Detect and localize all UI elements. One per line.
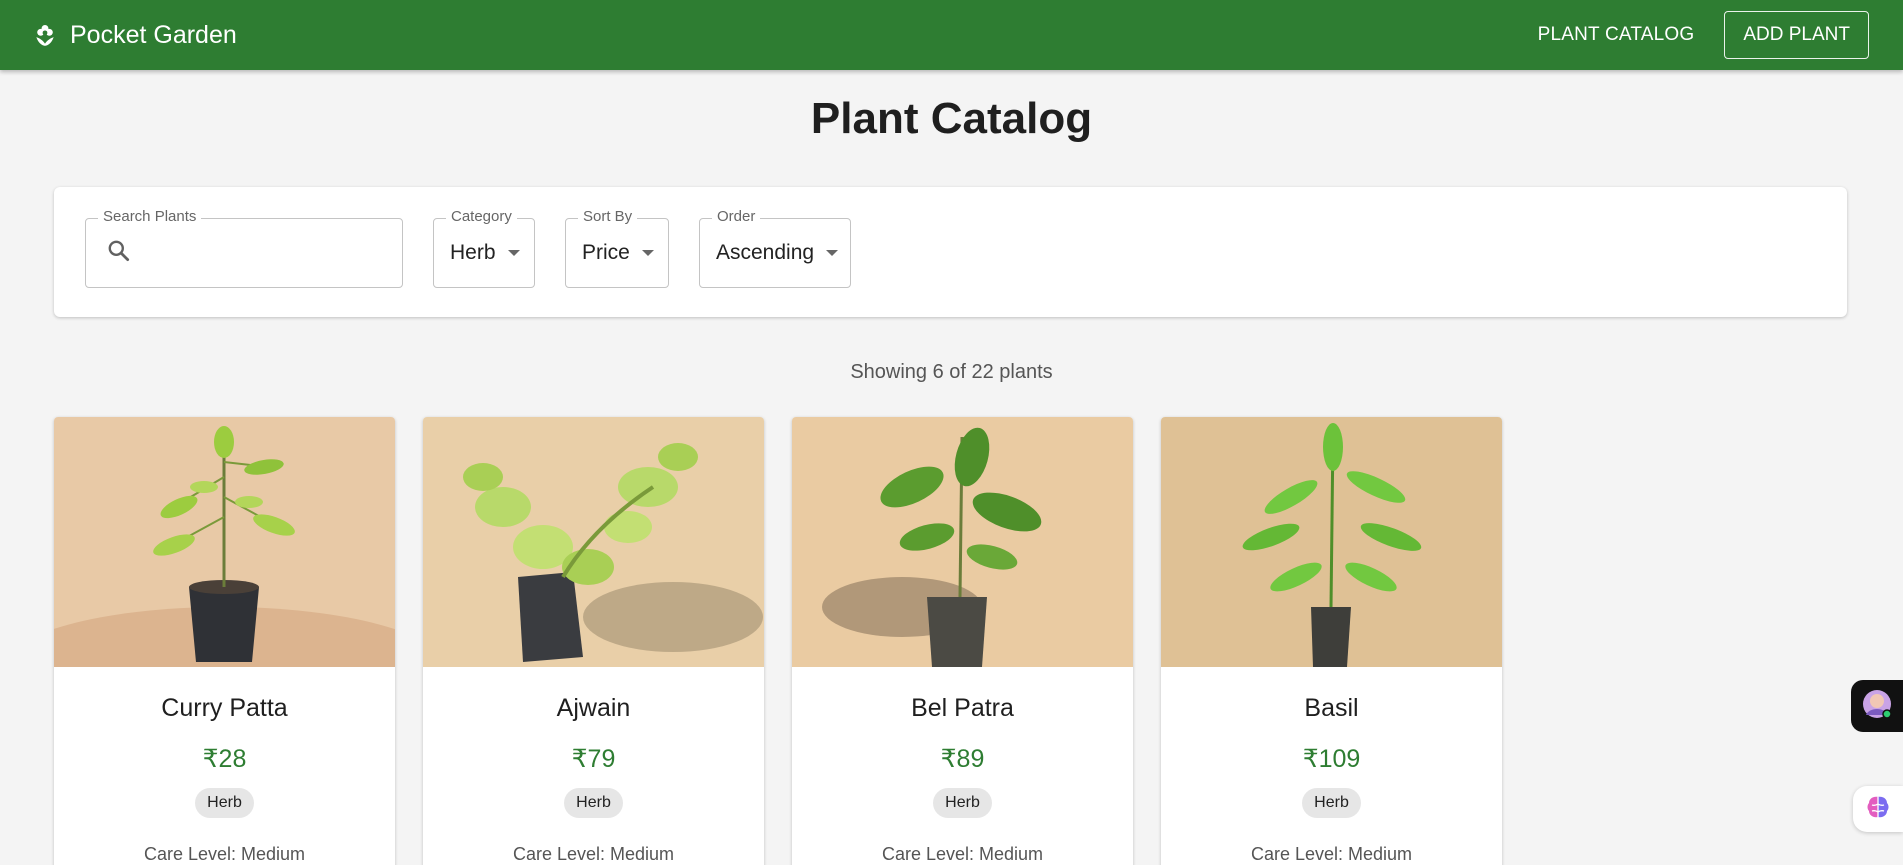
category-chip: Herb: [1302, 788, 1361, 818]
brain-icon: [1864, 793, 1892, 826]
care-level: Care Level: Medium: [143, 844, 306, 864]
plant-image: [54, 417, 395, 667]
plant-image: [792, 417, 1133, 667]
category-chip: Herb: [933, 788, 992, 818]
assistant-avatar-icon: [1860, 687, 1894, 726]
sort-by-select[interactable]: Sort By Price: [565, 208, 669, 288]
plant-price: ₹89: [940, 745, 985, 773]
plant-card[interactable]: Ajwain ₹79 Herb Care Level: Medium: [423, 417, 764, 865]
brand[interactable]: Pocket Garden: [32, 21, 237, 50]
filter-panel: Search Plants Category Herb Sort By Pric…: [54, 187, 1847, 317]
plant-card[interactable]: Basil ₹109 Herb Care Level: Medium: [1161, 417, 1502, 865]
plant-card[interactable]: Bel Patra ₹89 Herb Care Level: Medium: [792, 417, 1133, 865]
brand-title: Pocket Garden: [70, 20, 237, 49]
plant-price: ₹28: [202, 745, 247, 773]
add-plant-button[interactable]: ADD PLANT: [1724, 11, 1869, 59]
search-icon: [106, 238, 132, 269]
plant-name: Bel Patra: [911, 694, 1014, 722]
care-level: Care Level: Medium: [512, 844, 675, 864]
nav-plant-catalog-link[interactable]: PLANT CATALOG: [1522, 14, 1711, 56]
assistant-avatar-button[interactable]: [1851, 680, 1903, 732]
category-chip: Herb: [564, 788, 623, 818]
results-count: Showing 6 of 22 plants: [850, 361, 1053, 383]
sort-by-value: Price: [582, 241, 630, 264]
page-title: Plant Catalog: [810, 94, 1093, 143]
brain-button[interactable]: [1853, 786, 1903, 832]
care-level: Care Level: Medium: [881, 844, 1044, 864]
plant-image: [1161, 417, 1502, 667]
caret-down-icon: [641, 250, 654, 256]
plant-image: [423, 417, 764, 667]
plant-card[interactable]: Curry Patta ₹28 Herb Care Level: Medium: [54, 417, 395, 865]
caret-down-icon: [507, 250, 520, 256]
order-select[interactable]: Order Ascending: [699, 208, 851, 288]
top-nav: PLANT CATALOG ADD PLANT: [1522, 11, 1869, 59]
order-label: Order: [712, 208, 761, 225]
sort-by-label: Sort By: [578, 208, 638, 225]
plant-name: Curry Patta: [161, 694, 288, 722]
plant-name: Ajwain: [556, 694, 631, 722]
search-field[interactable]: Search Plants: [85, 208, 403, 288]
category-select[interactable]: Category Herb: [433, 208, 535, 288]
plant-price: ₹79: [571, 745, 616, 773]
search-input[interactable]: [142, 241, 392, 265]
order-value: Ascending: [716, 241, 815, 264]
flower-icon: [32, 22, 58, 48]
plant-price: ₹109: [1302, 745, 1361, 773]
app-bar: Pocket Garden PLANT CATALOG ADD PLANT: [0, 0, 1903, 70]
caret-down-icon: [826, 250, 839, 256]
category-value: Herb: [450, 241, 496, 264]
care-level: Care Level: Medium: [1250, 844, 1413, 864]
search-label: Search Plants: [98, 208, 202, 225]
category-label: Category: [446, 208, 517, 225]
plant-name: Basil: [1304, 694, 1359, 722]
category-chip: Herb: [195, 788, 254, 818]
